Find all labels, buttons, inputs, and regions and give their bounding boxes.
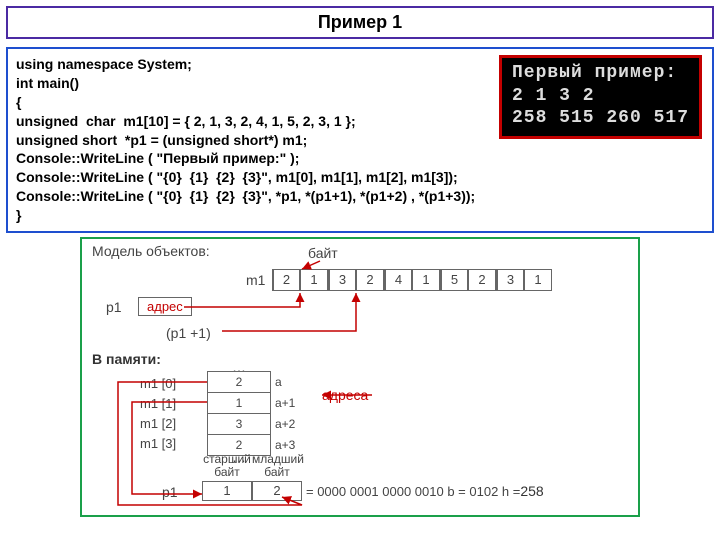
code-line: Console::WriteLine ( "Первый пример:" ); [16, 149, 704, 168]
code-line: Console::WriteLine ( "{0} {1} {2} {3}", … [16, 168, 704, 187]
code-block: Первый пример: 2 1 3 2 258 515 260 517 u… [6, 47, 714, 233]
page-title: Пример 1 [6, 6, 714, 39]
output-line: 258 515 260 517 [512, 107, 689, 130]
console-output: Первый пример: 2 1 3 2 258 515 260 517 [499, 55, 702, 139]
output-line: 2 1 3 2 [512, 85, 689, 108]
code-line: } [16, 206, 704, 225]
memory-diagram: Модель объектов: байт m1 2 1 3 2 4 1 5 2… [80, 237, 640, 517]
code-line: Console::WriteLine ( "{0} {1} {2} {3}", … [16, 187, 704, 206]
arrows-overlay [82, 239, 642, 519]
output-line: Первый пример: [512, 62, 689, 85]
